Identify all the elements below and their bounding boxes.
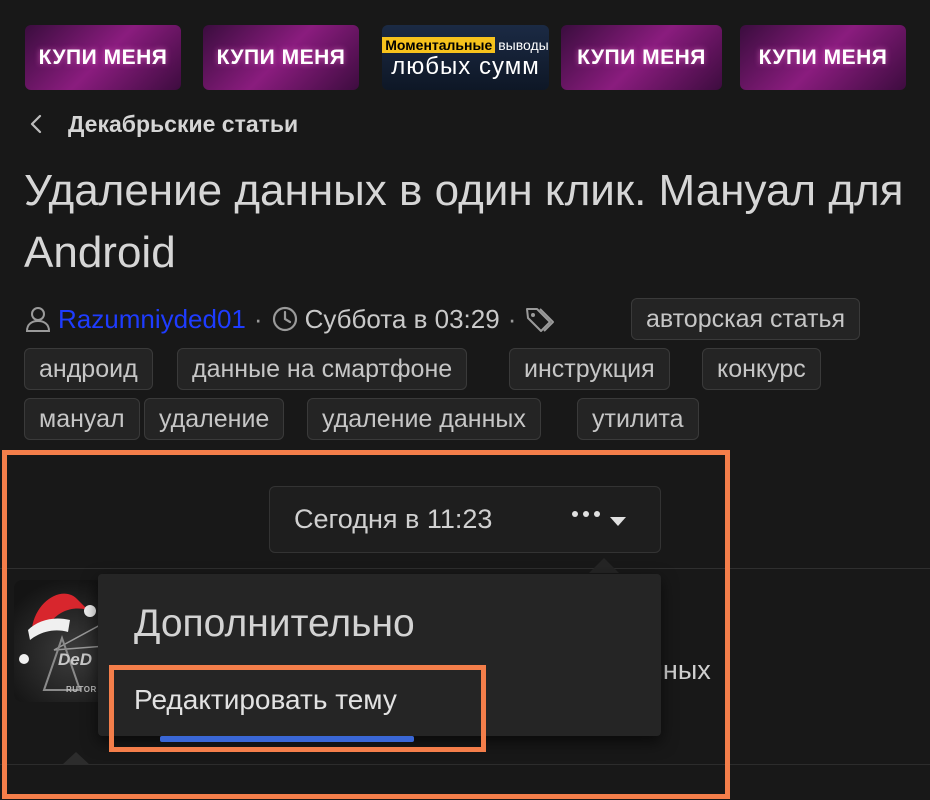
banner-label: КУПИ МЕНЯ	[577, 45, 706, 69]
divider	[0, 764, 930, 765]
post-time-menu-button[interactable]: Сегодня в 11:23	[269, 486, 661, 553]
meta-separator: ·	[253, 303, 263, 334]
chevron-left-icon[interactable]	[30, 114, 42, 134]
tags-icon	[526, 308, 555, 332]
menu-pointer	[589, 558, 619, 573]
promo-highlight: Моментальные	[382, 36, 496, 53]
breadcrumb-label[interactable]: Декабрьские статьи	[68, 111, 298, 138]
post-time: Сегодня в 11:23	[294, 504, 493, 534]
tag[interactable]: инструкция	[509, 348, 670, 390]
banner-label: КУПИ МЕНЯ	[38, 45, 168, 69]
santa-hat-icon	[19, 593, 107, 691]
more-options-menu: Дополнительно Редактировать тему	[98, 574, 661, 736]
post-datetime: Суббота в 03:29	[304, 303, 500, 334]
accent-bar	[160, 736, 414, 742]
author-link[interactable]: Razumniyded01	[58, 304, 246, 335]
avatar-subtext: RUTOR	[66, 685, 97, 694]
caret-down-icon	[610, 517, 626, 526]
banner-buy-me[interactable]: КУПИ МЕНЯ	[561, 25, 722, 90]
more-dots-icon	[572, 511, 600, 517]
avatar[interactable]: DeD RUTOR	[14, 580, 110, 702]
menu-item-edit-topic[interactable]: Редактировать тему	[134, 684, 397, 716]
banner-label: КУПИ МЕНЯ	[758, 45, 888, 69]
tag[interactable]: андроид	[24, 348, 153, 390]
tag[interactable]: мануал	[24, 398, 140, 440]
banner-buy-me[interactable]: КУПИ МЕНЯ	[25, 25, 181, 90]
tag[interactable]: авторская статья	[631, 298, 861, 340]
breadcrumb[interactable]: Декабрьские статьи	[30, 108, 298, 140]
tag[interactable]: конкурс	[702, 348, 821, 390]
article-meta: Razumniyded01 · Суббота в 03:29 ·	[24, 298, 562, 340]
tag[interactable]: утилита	[577, 398, 699, 440]
banner-instant-withdrawal[interactable]: Моментальные выводы любых сумм	[382, 25, 549, 90]
banner-buy-me[interactable]: КУПИ МЕНЯ	[740, 25, 906, 90]
page: КУПИ МЕНЯ КУПИ МЕНЯ Моментальные выводы …	[0, 0, 930, 800]
tag[interactable]: удаление данных	[307, 398, 541, 440]
user-icon	[25, 307, 51, 332]
banner-label: КУПИ МЕНЯ	[216, 45, 346, 69]
tag[interactable]: данные на смартфоне	[177, 348, 468, 390]
promo-headline: Моментальные выводы	[382, 36, 549, 53]
pointer-arrow	[62, 752, 90, 765]
page-title: Удаление данных в один клик. Мануал для …	[24, 166, 904, 277]
promo-bottom-text: любых сумм	[391, 52, 540, 80]
banner-buy-me[interactable]: КУПИ МЕНЯ	[203, 25, 359, 90]
menu-header: Дополнительно	[134, 602, 415, 645]
promo-rest: выводы	[498, 36, 549, 53]
clock-icon	[272, 306, 297, 332]
meta-separator: ·	[507, 303, 517, 334]
tag[interactable]: удаление	[144, 398, 285, 440]
divider	[0, 568, 930, 569]
avatar-text: DeD	[58, 650, 93, 669]
